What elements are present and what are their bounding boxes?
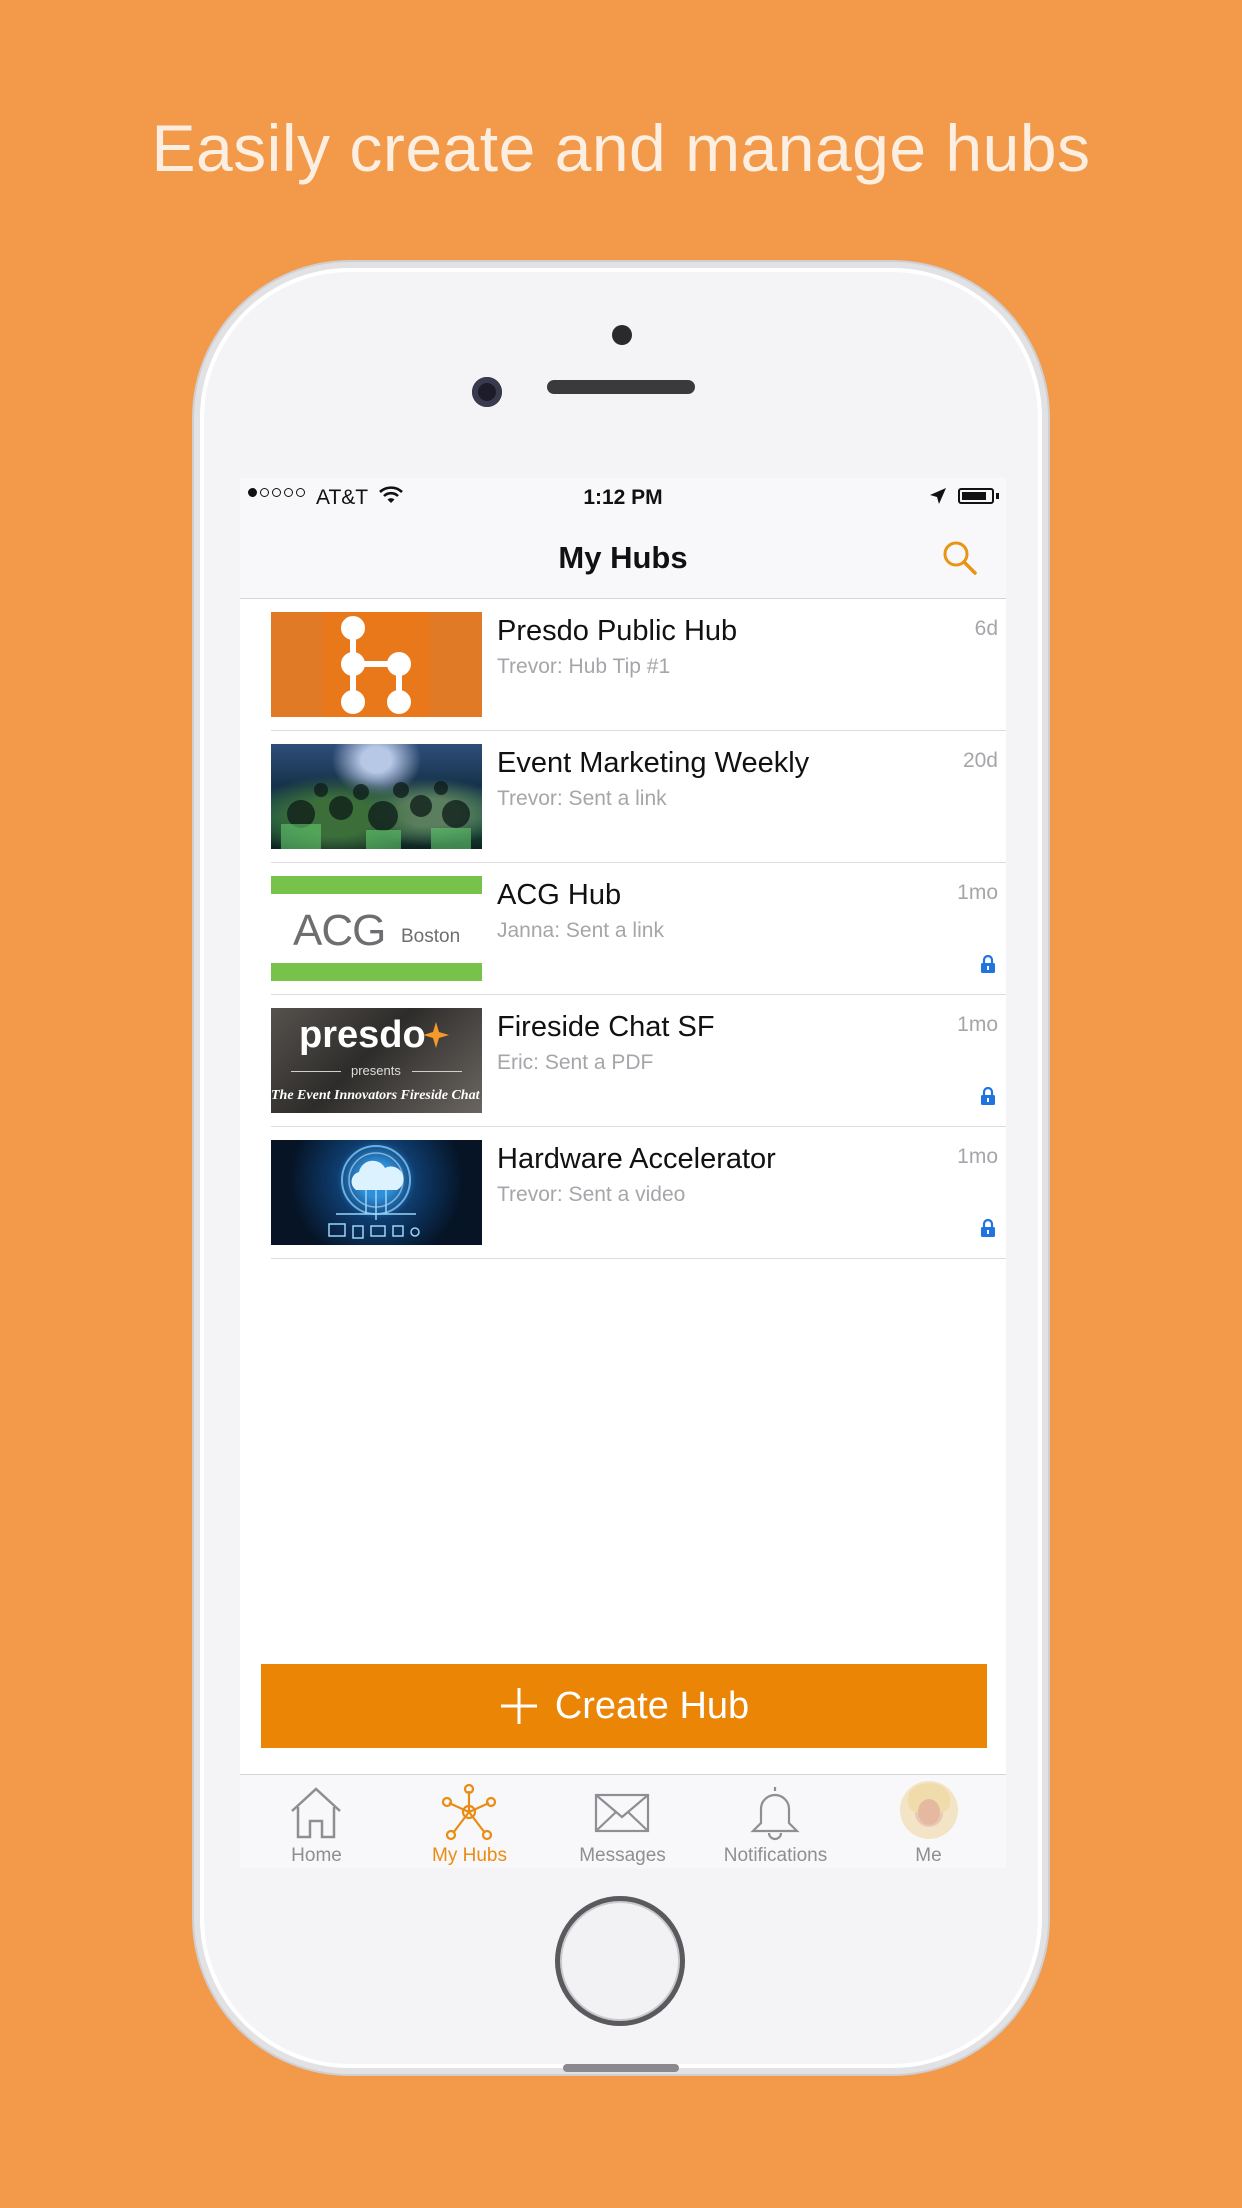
tab-bar: Home My Hubs Messages Notifications Me [240,1774,1006,1868]
lock-icon [981,955,995,973]
presdo-logo-text: presdo [299,1014,426,1056]
hub-last-activity: Trevor: Hub Tip #1 [497,655,671,678]
hub-name: Fireside Chat SF [497,1011,715,1043]
bell-icon [750,1787,800,1841]
tab-my-hubs[interactable]: My Hubs [393,1775,546,1868]
lock-icon [981,1219,995,1237]
envelope-icon [594,1793,650,1833]
tab-label: Messages [579,1845,666,1866]
hub-timestamp: 6d [974,617,998,640]
front-camera [472,377,502,407]
phone-bottom-edge [563,2064,679,2072]
cloud-network-icon [328,1145,420,1239]
hub-timestamp: 1mo [957,1013,998,1036]
hub-row-fireside-chat-sf[interactable]: presdo presents The Event Innovators Fir… [240,995,1006,1127]
battery-icon [958,488,994,504]
hub-thumbnail-crowd-photo [271,744,482,849]
hub-network-icon [441,1783,497,1841]
acg-logo-text: ACG [293,906,386,955]
hub-thumbnail-presdo-presents: presdo presents The Event Innovators Fir… [271,1008,482,1113]
hub-name: Hardware Accelerator [497,1143,776,1175]
tab-label: Notifications [723,1845,828,1866]
promo-headline: Easily create and manage hubs [151,111,1091,185]
home-button[interactable] [555,1896,685,2026]
presdo-star-icon [423,1022,449,1048]
home-icon [291,1787,341,1839]
hub-name: Presdo Public Hub [497,615,738,647]
search-icon[interactable] [940,538,980,578]
hub-list: Presdo Public Hub Trevor: Hub Tip #1 6d … [240,599,1006,1259]
fireside-chat-caption: The Event Innovators Fireside Chat [271,1088,480,1103]
hub-thumbnail-cloud-network [271,1140,482,1245]
location-arrow-icon [930,488,946,504]
tab-notifications[interactable]: Notifications [699,1775,852,1868]
crowd-silhouettes [281,781,471,849]
tab-label: Home [291,1845,342,1866]
proximity-sensor [612,325,632,345]
hub-thumbnail-acg-boston-logo: ACG Boston [271,876,482,981]
tab-home[interactable]: Home [240,1775,393,1868]
avatar [900,1781,958,1839]
tab-label: My Hubs [432,1845,507,1866]
hub-timestamp: 1mo [957,881,998,904]
navigation-bar: My Hubs [240,518,1006,599]
presdo-h-logo-icon [323,612,430,717]
hub-row-hardware-accelerator[interactable]: Hardware Accelerator Trevor: Sent a vide… [240,1127,1006,1259]
tab-messages[interactable]: Messages [546,1775,699,1868]
lock-icon [981,1087,995,1105]
tab-me[interactable]: Me [852,1775,1005,1868]
app-screen: AT&T 1:12 PM My Hubs Presdo Public Hub T… [240,478,1006,1868]
hub-last-activity: Janna: Sent a link [497,919,664,942]
hub-row-acg-hub[interactable]: ACG Boston ACG Hub Janna: Sent a link 1m… [240,863,1006,995]
battery-tip [996,493,999,499]
hub-last-activity: Trevor: Sent a video [497,1183,686,1206]
create-hub-button[interactable]: Create Hub [261,1664,987,1748]
hub-last-activity: Trevor: Sent a link [497,787,667,810]
tab-label: Me [915,1845,942,1866]
earpiece-speaker [547,380,695,394]
hub-row-event-marketing-weekly[interactable]: Event Marketing Weekly Trevor: Sent a li… [240,731,1006,863]
page-title: My Hubs [558,540,688,575]
plus-icon [500,1688,537,1724]
presents-text: presents [351,1063,401,1078]
hub-name: ACG Hub [497,879,622,911]
hub-thumbnail-presdo-logo [271,612,482,717]
hub-row-presdo-public-hub[interactable]: Presdo Public Hub Trevor: Hub Tip #1 6d [240,599,1006,731]
status-time: 1:12 PM [583,486,663,509]
status-bar: AT&T 1:12 PM [240,478,1006,518]
hub-name: Event Marketing Weekly [497,747,810,779]
create-hub-label: Create Hub [554,1684,750,1727]
hub-last-activity: Eric: Sent a PDF [497,1051,654,1074]
hub-timestamp: 20d [962,749,998,772]
hub-timestamp: 1mo [957,1145,998,1168]
acg-logo-subtext: Boston [401,926,461,947]
